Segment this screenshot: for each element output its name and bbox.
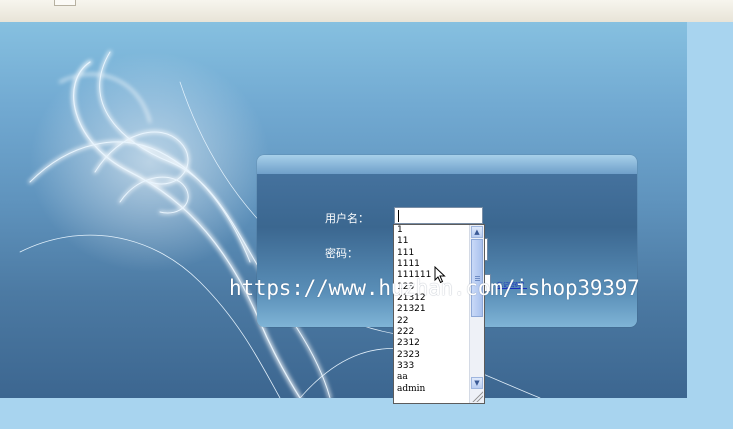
username-label: 用户名：: [325, 212, 369, 225]
login-panel-header: [257, 155, 637, 174]
watermark-text: https://www.huzhan.com/ishop39397: [229, 276, 640, 300]
autocomplete-item[interactable]: 222: [394, 327, 469, 338]
autocomplete-list: 1 11 111 1111 111111 123 21312 21321 22 …: [394, 225, 469, 395]
autocomplete-item[interactable]: 2312: [394, 338, 469, 349]
autocomplete-item[interactable]: aa: [394, 372, 469, 383]
autocomplete-item[interactable]: 1: [394, 225, 469, 236]
autocomplete-item[interactable]: 22: [394, 316, 469, 327]
username-input[interactable]: [394, 207, 483, 224]
autocomplete-dropdown[interactable]: 1 11 111 1111 111111 123 21312 21321 22 …: [393, 224, 485, 404]
autocomplete-item[interactable]: 333: [394, 361, 469, 372]
autocomplete-item[interactable]: 111: [394, 248, 469, 259]
autocomplete-item[interactable]: admin: [394, 384, 469, 395]
autocomplete-item[interactable]: 2323: [394, 350, 469, 361]
page-margin-bottom: [0, 398, 733, 429]
chevron-down-icon[interactable]: ▼: [471, 377, 483, 389]
browser-chrome-strip: [0, 0, 733, 23]
resize-grip-icon[interactable]: [471, 390, 483, 402]
chevron-up-icon[interactable]: ▲: [471, 226, 483, 238]
autocomplete-item[interactable]: 21321: [394, 304, 469, 315]
dropdown-scrollbar[interactable]: ▲ ▼: [469, 225, 484, 403]
autocomplete-item[interactable]: 11: [394, 236, 469, 247]
tab-edge: [54, 0, 76, 6]
autocomplete-item[interactable]: 1111: [394, 259, 469, 270]
page-margin-right: [687, 22, 733, 398]
password-label: 密码：: [325, 247, 358, 260]
text-caret: [398, 210, 399, 222]
